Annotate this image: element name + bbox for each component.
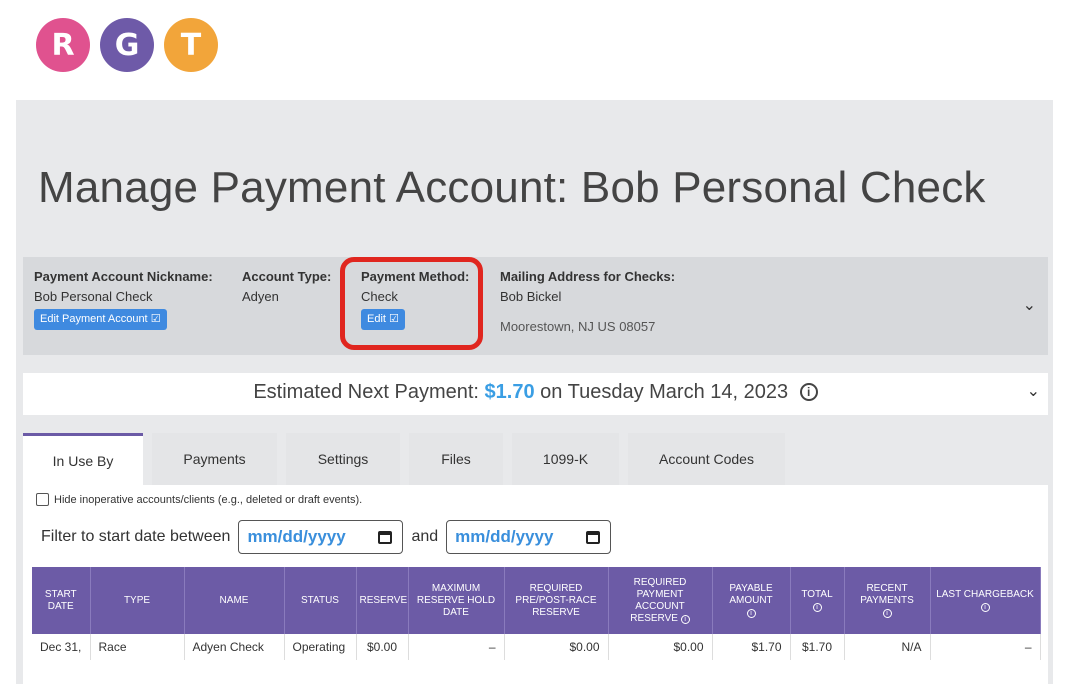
calendar-icon[interactable] (378, 530, 393, 544)
col-total[interactable]: TOTAL i (790, 567, 845, 634)
edit-payment-account-label: Edit Payment Account (40, 313, 148, 325)
col-type[interactable]: TYPE (90, 567, 185, 634)
cell-reserve: $0.00 (356, 634, 409, 660)
edit-payment-account-button[interactable]: Edit Payment Account ☑ (34, 309, 167, 330)
cell-recent-payments[interactable]: N/A (844, 634, 931, 660)
col-reserve[interactable]: RESERVE (356, 567, 409, 634)
account-info-box: Payment Account Nickname: Bob Personal C… (23, 257, 1048, 355)
mailing-street (500, 307, 675, 317)
start-date-placeholder: mm/dd/yyyy (247, 527, 346, 546)
cell-type: Race (90, 634, 185, 660)
info-icon[interactable]: i (980, 602, 990, 612)
estimate-prefix: Estimated Next Payment: (253, 381, 479, 403)
info-icon[interactable]: i (680, 614, 690, 624)
cell-last-chargeback: – (930, 634, 1041, 660)
edit-icon: ☑ (150, 313, 161, 325)
filter-and-label: and (411, 528, 439, 545)
tab-settings[interactable]: Settings (286, 433, 400, 485)
hide-inoperative-row: Hide inoperative accounts/clients (e.g.,… (36, 493, 362, 506)
col-required-account-reserve[interactable]: REQUIRED PAYMENT ACCOUNT RESERVE i (608, 567, 713, 634)
rgt-logo: R G T (36, 18, 218, 72)
col-name[interactable]: NAME (184, 567, 285, 634)
estimated-payment-bar: Estimated Next Payment: $1.70 on Tuesday… (23, 373, 1048, 415)
hide-inoperative-label: Hide inoperative accounts/clients (e.g.,… (54, 493, 363, 506)
cell-status: Operating (284, 634, 357, 660)
mailing-address-label: Mailing Address for Checks: (500, 269, 676, 284)
tab-files[interactable]: Files (409, 433, 503, 485)
payment-method-highlight (340, 257, 483, 350)
nickname-label: Payment Account Nickname: (34, 269, 213, 284)
hide-inoperative-checkbox[interactable] (36, 493, 49, 506)
logo-letter-g: G (100, 18, 154, 72)
start-date-input[interactable]: mm/dd/yyyy (238, 520, 404, 554)
col-last-chargeback[interactable]: LAST CHARGEBACK i (930, 567, 1041, 634)
mailing-name: Bob Bickel (500, 289, 562, 304)
tab-in-use-by[interactable]: In Use By (23, 433, 143, 485)
col-recent-payments[interactable]: RECENT PAYMENTS i (844, 567, 931, 634)
cell-payable-amount: $1.70 (712, 634, 791, 660)
col-start-date[interactable]: START DATE (32, 567, 91, 634)
estimate-suffix: on Tuesday March 14, 2023 (540, 381, 789, 403)
cell-required-race-reserve: $0.00 (504, 634, 609, 660)
logo-letter-r: R (36, 18, 90, 72)
tab-payments[interactable]: Payments (152, 433, 277, 485)
cell-start-date: Dec 31, (32, 634, 91, 660)
cell-max-reserve-hold-date: – (408, 634, 505, 660)
mailing-city: Moorestown, NJ US 08057 (500, 319, 656, 334)
cell-required-account-reserve: $0.00 (608, 634, 713, 660)
account-type-label: Account Type: (242, 269, 332, 284)
table-header-row: START DATE TYPE NAME STATUS RESERVE MAXI… (32, 567, 1041, 634)
logo-letter-t: T (164, 18, 218, 72)
chevron-down-icon[interactable]: ⌄ (1023, 295, 1036, 315)
col-required-race-reserve[interactable]: REQUIRED PRE/POST-RACE RESERVE (504, 567, 609, 634)
date-filter-row: Filter to start date between mm/dd/yyyy … (41, 520, 619, 554)
table-row[interactable]: Dec 31, Race Adyen Check Operating $0.00… (32, 634, 1041, 660)
estimate-amount: $1.70 (484, 381, 535, 403)
cell-total: $1.70 (790, 634, 845, 660)
mailing-address-section: Mailing Address for Checks: Bob Bickel M… (500, 267, 675, 337)
col-status[interactable]: STATUS (284, 567, 357, 634)
tab-1099k[interactable]: 1099-K (512, 433, 619, 485)
col-max-reserve-hold-date[interactable]: MAXIMUM RESERVE HOLD DATE (408, 567, 505, 634)
in-use-table: START DATE TYPE NAME STATUS RESERVE MAXI… (32, 567, 1041, 660)
nickname-value: Bob Personal Check (34, 289, 153, 304)
info-icon[interactable]: i (882, 608, 892, 618)
account-type-value: Adyen (242, 289, 279, 304)
info-icon[interactable]: i (799, 383, 818, 401)
info-icon[interactable]: i (812, 602, 822, 612)
estimated-payment-text: Estimated Next Payment: $1.70 on Tuesday… (23, 381, 1048, 404)
end-date-placeholder: mm/dd/yyyy (455, 527, 554, 546)
info-icon[interactable]: i (746, 608, 756, 618)
page-title: Manage Payment Account: Bob Personal Che… (38, 163, 986, 212)
end-date-input[interactable]: mm/dd/yyyy (446, 520, 612, 554)
account-type-section: Account Type: Adyen (242, 267, 331, 307)
nickname-section: Payment Account Nickname: Bob Personal C… (34, 267, 213, 330)
col-payable-amount[interactable]: PAYABLE AMOUNT i (712, 567, 791, 634)
filter-label: Filter to start date between (41, 528, 231, 545)
chevron-down-icon[interactable]: ⌄ (1027, 381, 1040, 401)
calendar-icon[interactable] (586, 530, 601, 544)
cell-name[interactable]: Adyen Check (184, 634, 285, 660)
tab-account-codes[interactable]: Account Codes (628, 433, 785, 485)
